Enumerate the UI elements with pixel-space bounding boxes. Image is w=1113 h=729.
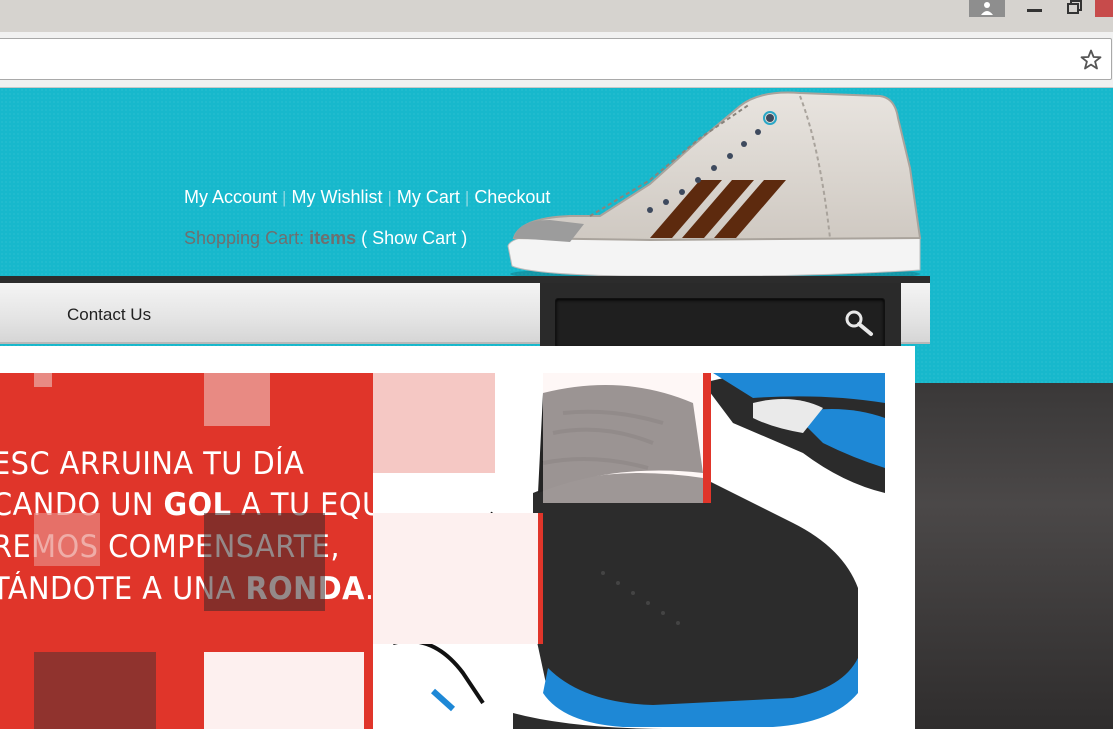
star-icon[interactable] bbox=[1079, 48, 1103, 72]
nav-item-contact-us[interactable]: Contact Us bbox=[67, 305, 151, 325]
shopping-cart-summary: Shopping Cart: items ( Show Cart ) bbox=[184, 228, 468, 248]
promo-banner[interactable]: ESC ARRUINA TU DÍA CANDO UN GOL A TU EQU… bbox=[0, 373, 885, 729]
transition-tile bbox=[204, 652, 364, 729]
checkout-link[interactable]: Checkout bbox=[474, 187, 550, 207]
transition-tile bbox=[34, 513, 100, 566]
restore-icon[interactable] bbox=[1058, 0, 1088, 20]
search-field[interactable] bbox=[555, 298, 885, 348]
sneaker-logo-image bbox=[507, 91, 922, 282]
web-page: My Account | My Wishlist | My Cart | Checkout … bbox=[0, 88, 1113, 729]
transition-tile bbox=[34, 373, 52, 387]
account-links: My Account | My Wishlist | My Cart | Checkout bbox=[184, 187, 551, 207]
address-bar[interactable] bbox=[0, 38, 1112, 80]
my-cart-link[interactable]: My Cart bbox=[397, 187, 460, 207]
nav-top-border bbox=[0, 276, 930, 283]
banner-line-1: ESC ARRUINA TU DÍA bbox=[0, 446, 305, 482]
search-input[interactable] bbox=[564, 307, 834, 339]
transition-tile bbox=[538, 513, 543, 644]
show-cart-link[interactable]: Show Cart bbox=[372, 228, 456, 248]
close-icon[interactable] bbox=[1095, 0, 1113, 17]
transition-tile bbox=[703, 373, 711, 503]
transition-tile bbox=[34, 652, 156, 729]
transition-tile bbox=[373, 513, 538, 644]
transition-tile bbox=[543, 373, 703, 503]
transition-tile bbox=[204, 373, 270, 426]
my-account-link[interactable]: My Account bbox=[184, 187, 277, 207]
cart-label: Shopping Cart: bbox=[184, 228, 305, 248]
browser-toolbar bbox=[0, 32, 1113, 88]
user-icon[interactable] bbox=[969, 0, 1005, 17]
transition-tile bbox=[373, 373, 495, 473]
minimize-icon[interactable] bbox=[1020, 0, 1050, 20]
search-icon[interactable] bbox=[842, 308, 876, 338]
cart-items-count: items bbox=[309, 228, 357, 248]
transition-tile bbox=[204, 513, 325, 611]
my-wishlist-link[interactable]: My Wishlist bbox=[291, 187, 382, 207]
title-bar bbox=[0, 0, 1113, 32]
